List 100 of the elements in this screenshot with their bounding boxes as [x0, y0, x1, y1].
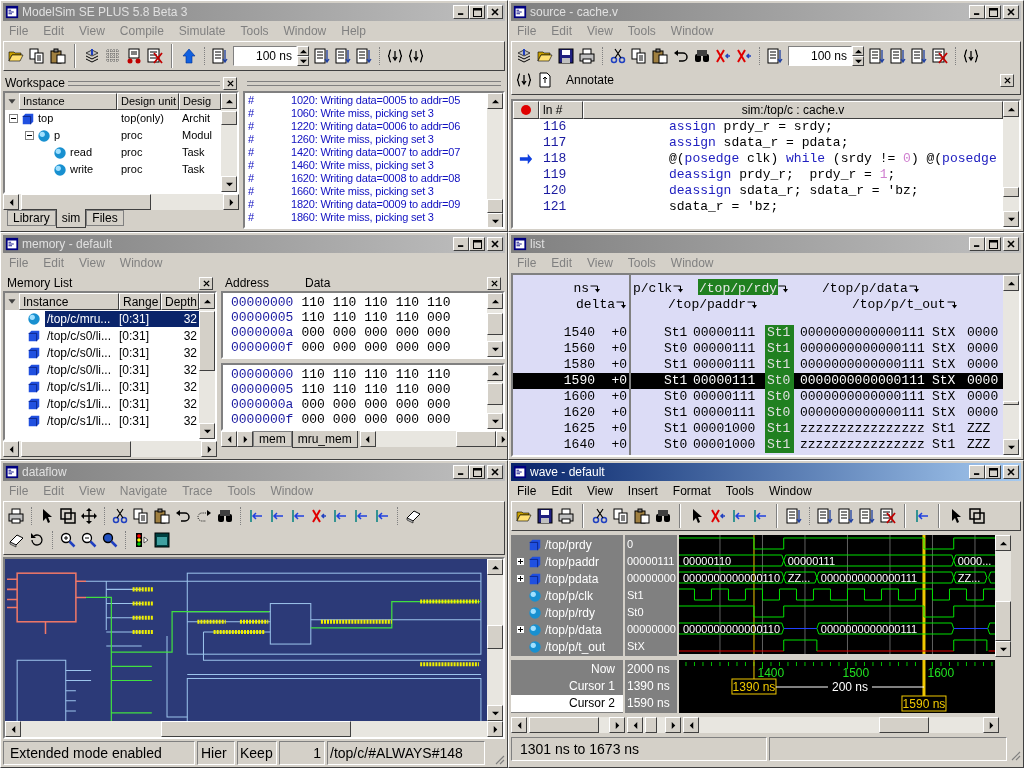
window-icon[interactable]: [513, 465, 527, 479]
scroll-right-button[interactable]: [665, 717, 681, 733]
window-icon[interactable]: [513, 237, 527, 251]
close-button[interactable]: [1003, 465, 1019, 479]
delete-icon[interactable]: [880, 508, 896, 524]
menu-item[interactable]: Window: [768, 482, 812, 500]
redo-icon[interactable]: [196, 508, 212, 524]
scroll-up-button[interactable]: [487, 293, 503, 309]
scroll-thumb[interactable]: [487, 625, 503, 649]
vertical-scrollbar[interactable]: [221, 93, 237, 192]
scissors-icon[interactable]: [112, 508, 128, 524]
maximize-button[interactable]: [469, 237, 485, 251]
copy-icon[interactable]: [613, 508, 629, 524]
scroll-up-button[interactable]: [221, 93, 237, 109]
scroll-thumb[interactable]: [161, 721, 351, 737]
scissors-icon[interactable]: [610, 48, 626, 64]
scroll-left-button[interactable]: [3, 441, 19, 457]
close-button[interactable]: [487, 276, 501, 290]
list-arrow-icon[interactable]: [212, 48, 228, 64]
arrow-to-line-icon[interactable]: [290, 508, 306, 524]
column-header[interactable]: /top/p/rdy: [698, 279, 779, 295]
minimize-button[interactable]: [453, 237, 469, 251]
dropdown-icon[interactable]: [5, 293, 19, 310]
window-icon[interactable]: [5, 5, 19, 19]
delete-icon[interactable]: [147, 48, 163, 64]
arrow-to-line-icon[interactable]: [914, 508, 930, 524]
collapse-icon[interactable]: [9, 114, 18, 123]
scroll-right-button[interactable]: [487, 721, 503, 737]
spin-button[interactable]: [297, 46, 309, 66]
list-arrow-icon[interactable]: [767, 48, 783, 64]
cursor-name[interactable]: Cursor 1: [511, 678, 623, 695]
tab[interactable]: mem: [253, 431, 292, 447]
paste-icon[interactable]: [634, 508, 650, 524]
scroll-thumb[interactable]: [199, 311, 215, 371]
rotate-icon[interactable]: [29, 532, 45, 548]
minimize-button[interactable]: [453, 465, 469, 479]
eraser-icon[interactable]: [8, 532, 24, 548]
column-header[interactable]: Instance: [19, 293, 119, 310]
step-icon[interactable]: [963, 48, 979, 64]
column-header[interactable]: sim:/top/c : cache.v: [583, 101, 1003, 119]
instance-name[interactable]: /top/c/s0/li...: [45, 344, 119, 361]
scroll-thumb[interactable]: [879, 717, 929, 733]
horizontal-scrollbar[interactable]: [627, 717, 681, 733]
scroll-thumb[interactable]: [529, 717, 599, 733]
column-header[interactable]: delta: [575, 295, 616, 311]
sort-arrow-icon[interactable]: [908, 283, 920, 293]
time-step-field[interactable]: 100 ns: [788, 46, 852, 66]
sort-arrow-icon[interactable]: [778, 283, 790, 293]
printer-icon[interactable]: [8, 508, 24, 524]
vertical-scrollbar[interactable]: [487, 365, 503, 429]
tab[interactable]: Files: [86, 210, 124, 226]
scroll-thumb[interactable]: [21, 194, 151, 210]
scroll-right-button[interactable]: [983, 717, 999, 733]
close-button[interactable]: [487, 465, 503, 479]
paste-icon[interactable]: [50, 48, 66, 64]
list-arrow-icon[interactable]: [859, 508, 875, 524]
instance-name[interactable]: top: [38, 110, 54, 127]
horizontal-scrollbar[interactable]: [5, 721, 503, 737]
scroll-down-button[interactable]: [1003, 211, 1019, 227]
column-header[interactable]: [513, 101, 539, 119]
list-arrow-icon[interactable]: [817, 508, 833, 524]
step-icon[interactable]: [516, 72, 532, 88]
instance-name[interactable]: /top/c/s0/li...: [45, 327, 119, 344]
scroll-left-button[interactable]: [683, 717, 699, 733]
zoom-in-icon[interactable]: [60, 532, 76, 548]
column-header[interactable]: Depth: [161, 293, 199, 310]
close-button[interactable]: [487, 237, 503, 251]
signal-name[interactable]: /top/p/t_out: [545, 637, 606, 656]
horizontal-scrollbar[interactable]: [3, 441, 217, 457]
minimize-button[interactable]: [969, 237, 985, 251]
undo-icon[interactable]: [673, 48, 689, 64]
scroll-thumb[interactable]: [455, 431, 496, 447]
signal-name[interactable]: /top/p/rdy: [545, 603, 596, 622]
minimize-button[interactable]: [969, 465, 985, 479]
printer-icon[interactable]: [558, 508, 574, 524]
scroll-left-button[interactable]: [5, 721, 21, 737]
sort-arrow-icon[interactable]: [747, 299, 758, 309]
vertical-scrollbar[interactable]: [1003, 101, 1019, 227]
wagon-icon[interactable]: [126, 48, 142, 64]
arrow-to-line-icon[interactable]: [248, 508, 264, 524]
arrow-to-line-icon[interactable]: [731, 508, 747, 524]
step-icon[interactable]: [387, 48, 403, 64]
scroll-down-button[interactable]: [221, 176, 237, 192]
close-button[interactable]: [1000, 73, 1014, 87]
column-header[interactable]: /top/p/data: [821, 279, 909, 295]
cursor-line[interactable]: [922, 535, 926, 654]
traffic-light-icon[interactable]: [133, 532, 149, 548]
close-button[interactable]: [1003, 5, 1019, 19]
signal-name[interactable]: /top/p/clk: [545, 586, 594, 605]
column-header[interactable]: /top/p/t_out: [851, 295, 947, 311]
column-header[interactable]: ln #: [539, 101, 583, 119]
menu-item[interactable]: File: [517, 482, 537, 500]
scroll-up-button[interactable]: [487, 93, 503, 109]
scroll-thumb[interactable]: [995, 601, 1011, 641]
scroll-thumb[interactable]: [487, 199, 503, 213]
minimize-button[interactable]: [453, 5, 469, 19]
scroll-up-button[interactable]: [487, 365, 503, 381]
maximize-button[interactable]: [469, 465, 485, 479]
resize-grip-icon[interactable]: [1009, 749, 1021, 761]
scroll-up-button[interactable]: [995, 535, 1011, 551]
